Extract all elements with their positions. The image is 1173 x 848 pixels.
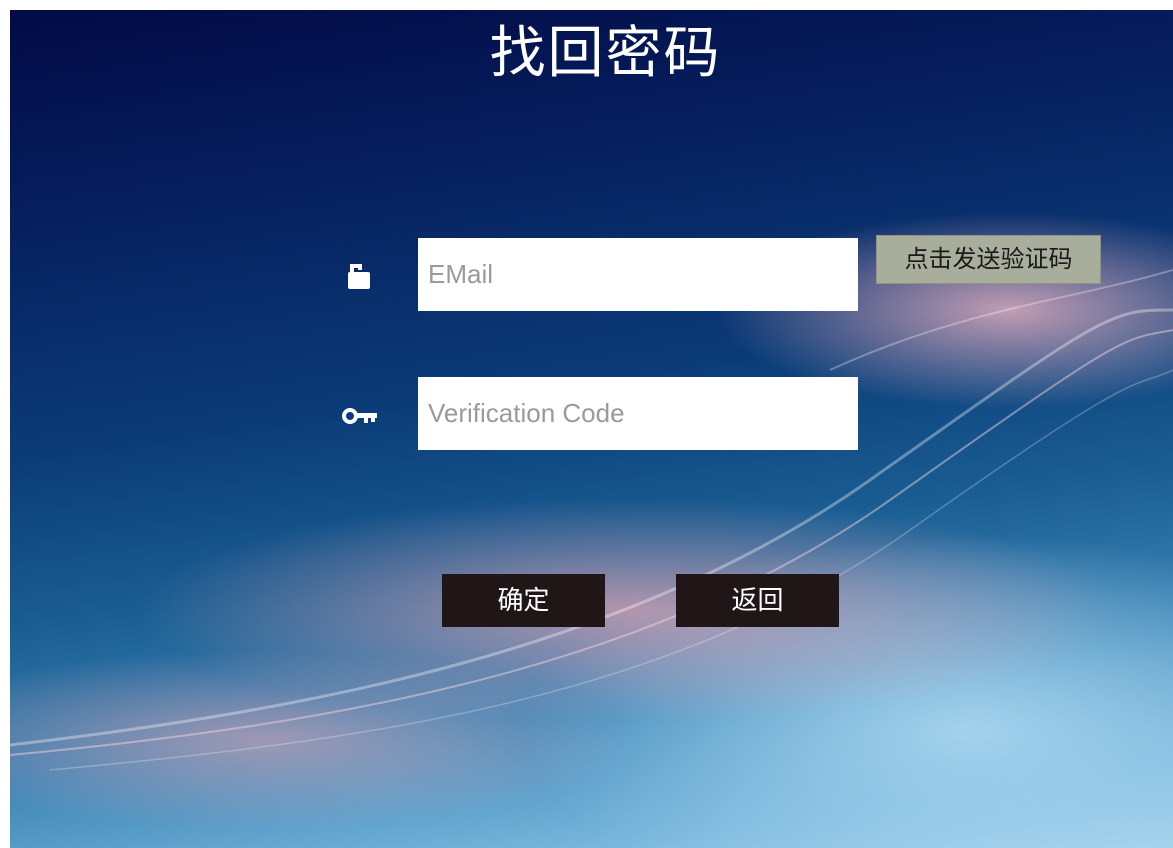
email-field[interactable] xyxy=(418,238,858,311)
back-button[interactable]: 返回 xyxy=(676,574,839,627)
confirm-button[interactable]: 确定 xyxy=(442,574,605,627)
unlock-icon xyxy=(340,256,380,296)
verification-code-field[interactable] xyxy=(418,377,858,450)
key-icon xyxy=(340,396,380,436)
page-title: 找回密码 xyxy=(489,21,722,86)
send-code-button[interactable]: 点击发送验证码 xyxy=(876,235,1101,284)
recover-password-screen: 找回密码 点击发送验证码 确定 返回 xyxy=(10,10,1173,848)
